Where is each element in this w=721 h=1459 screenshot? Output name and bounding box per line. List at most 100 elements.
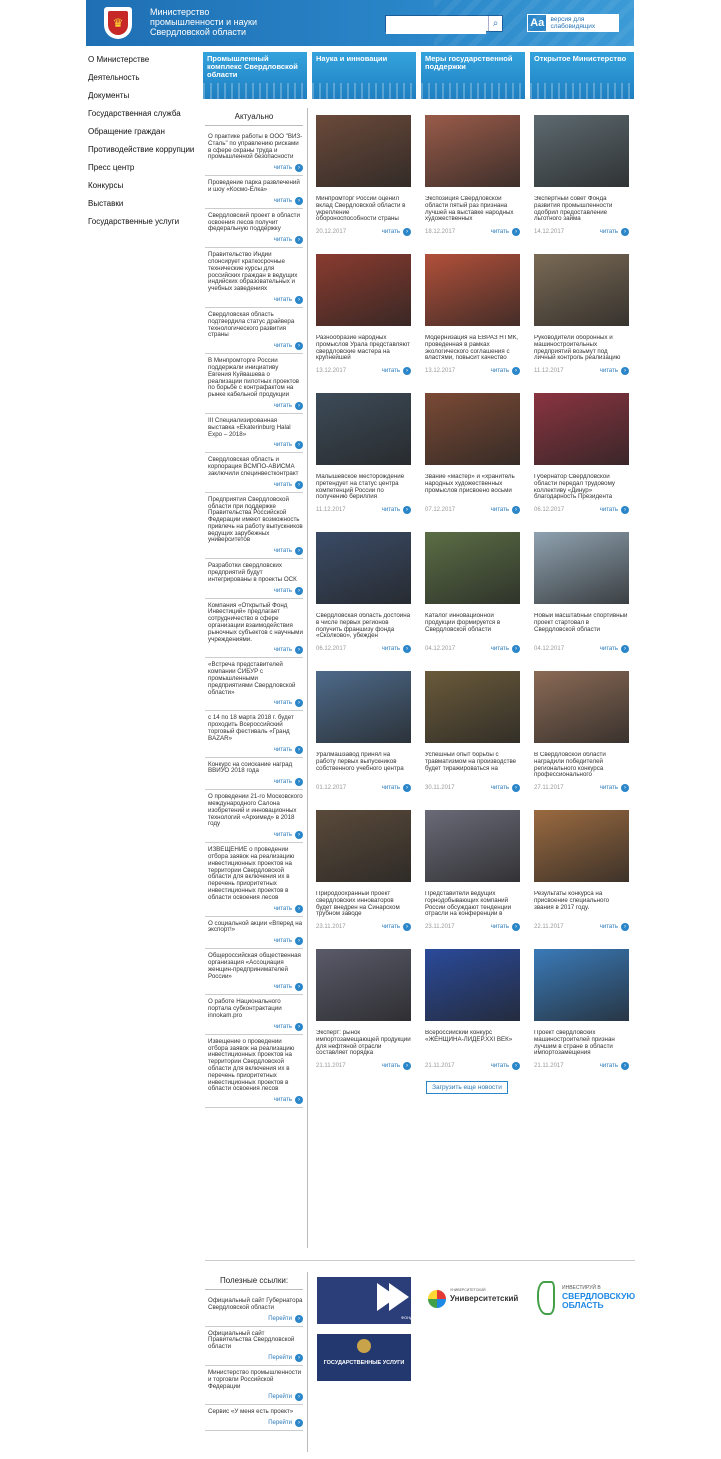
news-caption[interactable]: Природоохранный проект свердловских инно… — [316, 891, 411, 919]
sidebar-news-item[interactable]: Свердловская область и корпорация ВСМПО-… — [205, 453, 303, 493]
section-banner[interactable]: Промышленный комплекс Свердловской облас… — [203, 52, 307, 99]
read-link[interactable]: читать › — [208, 1022, 303, 1031]
go-link[interactable]: Перейти › — [208, 1353, 303, 1362]
gosuslugi-logo[interactable]: ГОСУДАРСТВЕННЫЕ УСЛУГИ — [317, 1334, 411, 1381]
news-image[interactable] — [534, 949, 629, 1021]
sidebar-news-title[interactable]: Свердловская область подтвердила статус … — [208, 311, 303, 339]
news-card[interactable]: Новый масштабный спортивный проект старт… — [534, 532, 629, 660]
sidebar-news-title[interactable]: О проведении 21-го Московского междунаро… — [208, 793, 303, 828]
read-link[interactable]: читать › — [491, 1062, 520, 1070]
news-image[interactable] — [425, 254, 520, 326]
read-link[interactable]: читать › — [208, 937, 303, 946]
sidebar-news-title[interactable]: Конкурс на соискание наград ВВИУО 2018 г… — [208, 761, 303, 776]
read-link[interactable]: читать › — [382, 506, 411, 514]
news-caption[interactable]: Каталог инновационной продукции формируе… — [425, 613, 520, 641]
read-link[interactable]: читать › — [208, 342, 303, 351]
news-card[interactable]: Минпромторг России оценил вклад Свердлов… — [316, 115, 411, 243]
news-caption[interactable]: Всероссийский конкурс «ЖЕНЩИНА-ЛИДЕР.XXI… — [425, 1030, 520, 1058]
read-link[interactable]: читать › — [208, 480, 303, 489]
news-card[interactable]: Руководители оборонных и машиностроитель… — [534, 254, 629, 382]
news-caption[interactable]: Экспозиция Свердловской области пятый ра… — [425, 196, 520, 224]
sidebar-news-item[interactable]: О работе Национального портала субконтра… — [205, 995, 303, 1035]
news-caption[interactable]: Новый масштабный спортивный проект старт… — [534, 613, 629, 641]
search-input[interactable] — [386, 19, 486, 34]
read-link[interactable]: читать › — [382, 367, 411, 375]
fund-logo[interactable]: ФОНД — [317, 1277, 413, 1324]
sidebar-news-item[interactable]: Извещение о проведении отбора заявок на … — [205, 1035, 303, 1109]
sidebar-news-title[interactable]: Проведение парка развлечений и шоу «Косм… — [208, 179, 303, 194]
news-card[interactable]: Успешный опыт борьбы с травматизмом на п… — [425, 671, 520, 799]
news-caption[interactable]: Свердловская область достойна в числе пе… — [316, 613, 411, 641]
news-caption[interactable]: Проект свердловских машиностроителей при… — [534, 1030, 629, 1058]
news-card[interactable]: Модернизация на ЕВРАЗ НТМК, проведенная … — [425, 254, 520, 382]
read-link[interactable]: читать › — [600, 228, 629, 236]
news-image[interactable] — [425, 949, 520, 1021]
useful-link-title[interactable]: Сервис «У меня есть проект» — [208, 1409, 303, 1416]
read-link[interactable]: читать › — [208, 164, 303, 173]
sidebar-news-title[interactable]: с 14 по 18 марта 2018 г. будет проходить… — [208, 715, 303, 742]
news-card[interactable]: Эксперт: рынок импортозамещающей продукц… — [316, 949, 411, 1077]
search-icon[interactable]: ⌕ — [488, 16, 502, 31]
sidebar-news-title[interactable]: В Минпромторге России поддержали инициат… — [208, 357, 303, 399]
sidebar-news-title[interactable]: ИЗВЕЩЕНИЕ о проведении отбора заявок на … — [208, 846, 303, 901]
news-caption[interactable]: Малышевское месторождение претендует на … — [316, 474, 411, 502]
read-link[interactable]: читать › — [382, 923, 411, 931]
news-caption[interactable]: Уралмашзавод принял на работу первых вып… — [316, 752, 411, 780]
sidebar-news-title[interactable]: Свердловская область и корпорация ВСМПО-… — [208, 456, 303, 477]
news-caption[interactable]: Модернизация на ЕВРАЗ НТМК, проведенная … — [425, 335, 520, 363]
news-caption[interactable]: Губернатор Свердловской области передал … — [534, 474, 629, 502]
sidebar-news-item[interactable]: Компания «Открытый Фонд Инвестиций» пред… — [205, 599, 303, 659]
sidebar-news-item[interactable]: Общероссийская общественная организация … — [205, 949, 303, 996]
go-link[interactable]: Перейти › — [208, 1419, 303, 1428]
go-link[interactable]: Перейти › — [208, 1393, 303, 1402]
read-link[interactable]: читать › — [382, 784, 411, 792]
section-banner[interactable]: Открытое Министерство — [530, 52, 634, 99]
read-link[interactable]: читать › — [600, 923, 629, 931]
sidebar-news-title[interactable]: О практике работы в ООО "ВИЗ-Сталь" по у… — [208, 133, 303, 161]
news-card[interactable]: Природоохранный проект свердловских инно… — [316, 810, 411, 938]
news-image[interactable] — [316, 671, 411, 743]
news-image[interactable] — [316, 810, 411, 882]
accessibility-button[interactable]: Aa версия для слабовидящих — [527, 14, 619, 32]
nav-item[interactable]: Конкурсы — [88, 181, 200, 190]
news-caption[interactable]: Эксперт: рынок импортозамещающей продукц… — [316, 1030, 411, 1058]
nav-item[interactable]: Государственные услуги — [88, 217, 200, 226]
news-card[interactable]: Результаты конкурса на присвоение специа… — [534, 810, 629, 938]
news-image[interactable] — [534, 115, 629, 187]
read-link[interactable]: читать › — [208, 547, 303, 556]
read-link[interactable]: читать › — [491, 923, 520, 931]
read-link[interactable]: читать › — [208, 646, 303, 655]
sidebar-news-item[interactable]: ИЗВЕЩЕНИЕ о проведении отбора заявок на … — [205, 843, 303, 917]
sidebar-news-title[interactable]: Свердловский проект в области освоения л… — [208, 212, 303, 233]
read-link[interactable]: читать › — [600, 784, 629, 792]
read-link[interactable]: читать › — [208, 236, 303, 245]
read-link[interactable]: читать › — [208, 401, 303, 410]
load-more-button[interactable]: Загрузить еще новости — [426, 1081, 508, 1094]
news-image[interactable] — [425, 393, 520, 465]
read-link[interactable]: читать › — [208, 831, 303, 840]
news-caption[interactable]: Руководители оборонных и машиностроитель… — [534, 335, 629, 363]
read-link[interactable]: читать › — [208, 745, 303, 754]
sidebar-news-item[interactable]: «Встреча представителей компании СИБУР с… — [205, 658, 303, 712]
invest-logo[interactable]: ИНВЕСТИРУЙ В СВЕРДЛОВСКУЮ ОБЛАСТЬ — [536, 1279, 635, 1319]
sidebar-news-item[interactable]: О практике работы в ООО "ВИЗ-Сталь" по у… — [205, 130, 303, 177]
sidebar-news-item[interactable]: О социальной акции «Вперед на экспорт!» ч… — [205, 917, 303, 950]
news-card[interactable]: Свердловская область достойна в числе пе… — [316, 532, 411, 660]
news-image[interactable] — [534, 532, 629, 604]
news-image[interactable] — [534, 254, 629, 326]
read-link[interactable]: читать › — [491, 784, 520, 792]
sidebar-news-item[interactable]: О проведении 21-го Московского междунаро… — [205, 790, 303, 844]
news-card[interactable]: Малышевское месторождение претендует на … — [316, 393, 411, 521]
read-link[interactable]: читать › — [208, 441, 303, 450]
news-card[interactable]: Проект свердловских машиностроителей при… — [534, 949, 629, 1077]
news-image[interactable] — [316, 949, 411, 1021]
useful-link-title[interactable]: Официальный сайт Губернатора Свердловско… — [208, 1297, 303, 1312]
sidebar-news-item[interactable]: Правительство Индии спонсирует краткосро… — [205, 248, 303, 308]
useful-link-item[interactable]: Министерство промышленности и торговли Р… — [205, 1366, 303, 1406]
read-link[interactable]: читать › — [491, 645, 520, 653]
sidebar-news-title[interactable]: «Встреча представителей компании СИБУР с… — [208, 662, 303, 696]
sidebar-news-title[interactable]: Извещение о проведении отбора заявок на … — [208, 1038, 303, 1093]
sidebar-news-title[interactable]: Правительство Индии спонсирует краткосро… — [208, 251, 303, 293]
read-link[interactable]: читать › — [600, 645, 629, 653]
section-banner[interactable]: Наука и инновации — [312, 52, 416, 99]
